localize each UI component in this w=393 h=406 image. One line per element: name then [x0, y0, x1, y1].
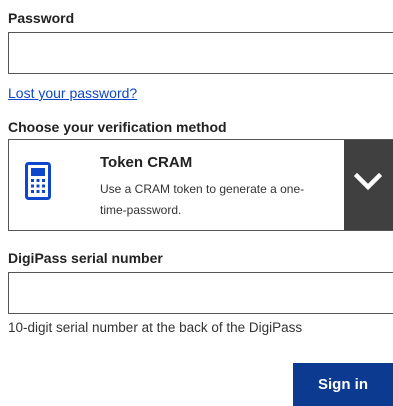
password-label: Password [8, 10, 75, 26]
method-dropdown-toggle[interactable] [344, 140, 393, 230]
sign-in-button[interactable]: Sign in [293, 363, 393, 406]
digipass-label: DigiPass serial number [8, 250, 163, 266]
method-description: Use a CRAM token to generate a one-time-… [100, 182, 305, 217]
password-input[interactable] [8, 32, 393, 74]
lost-password-link[interactable]: Lost your password? [8, 85, 137, 102]
digipass-helper-text: 10-digit serial number at the back of th… [8, 320, 303, 335]
verification-method-select[interactable]: Token CRAM Use a CRAM token to generate … [8, 139, 393, 231]
method-title: Token CRAM [100, 154, 193, 171]
digipass-serial-input[interactable] [8, 272, 393, 314]
chevron-down-icon [354, 173, 382, 191]
calculator-token-icon [25, 162, 51, 200]
verification-method-label: Choose your verification method [8, 119, 227, 135]
